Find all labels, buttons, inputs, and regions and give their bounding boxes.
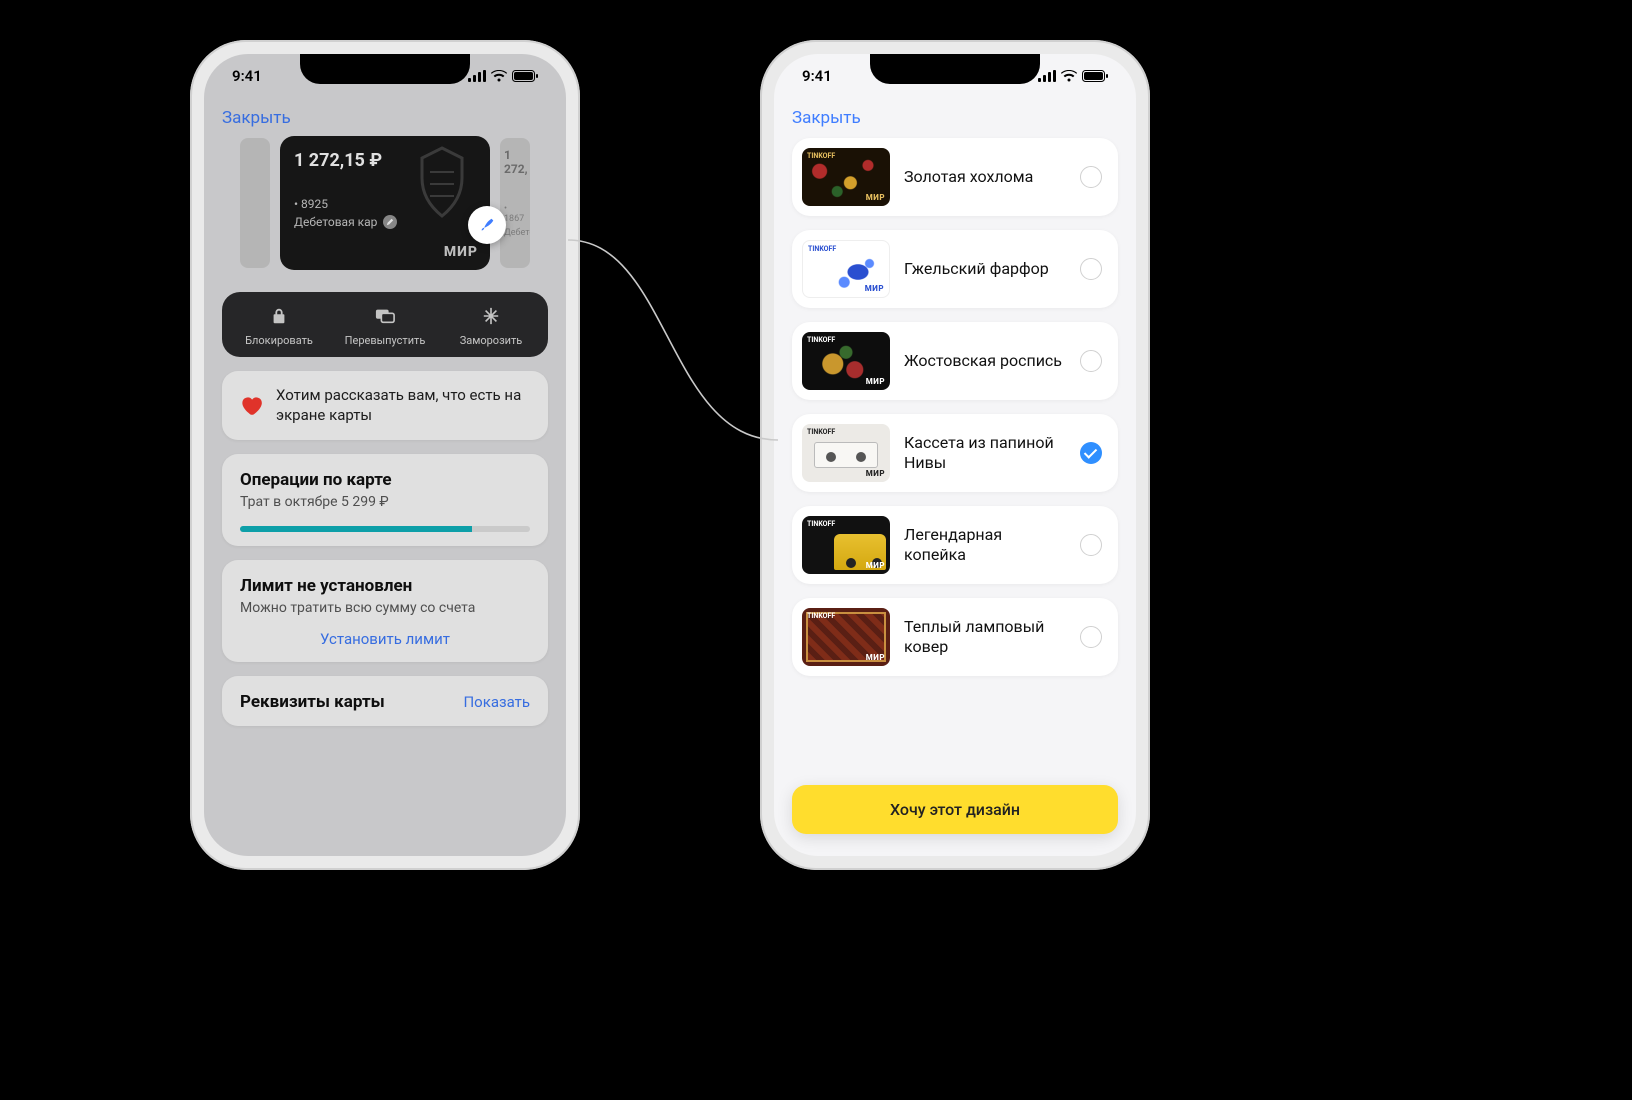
design-thumbnail: TINKOFF МИР (802, 516, 890, 574)
mir-logo: МИР (866, 469, 885, 478)
card-swap-icon (373, 304, 397, 328)
peek-balance: 1 272, (504, 148, 528, 176)
card-brand: TINKOFF (808, 245, 884, 253)
close-link[interactable]: Закрыть (774, 98, 879, 134)
requisites-tile: Реквизиты карты Показать (222, 676, 548, 726)
flow-connector-icon (558, 210, 788, 470)
design-option[interactable]: TINKOFF МИР Жостовская роспись (792, 322, 1118, 400)
radio-checked-icon[interactable] (1080, 442, 1102, 464)
design-thumbnail: TINKOFF МИР (802, 148, 890, 206)
spend-progress-fill (240, 526, 472, 532)
show-requisites-link[interactable]: Показать (463, 693, 530, 711)
design-label: Легендарная копейка (904, 525, 1066, 565)
reissue-label: Перевыпустить (345, 334, 426, 347)
limit-tile: Лимит не установлен Можно тратить всю су… (222, 560, 548, 662)
cellular-icon (468, 70, 486, 82)
design-label: Гжельский фарфор (904, 259, 1066, 279)
card-type: Дебетовая кар (294, 215, 377, 229)
operations-title: Операции по карте (240, 470, 530, 490)
wifi-icon (491, 70, 507, 82)
design-list[interactable]: TINKOFF МИР Золотая хохлома TINKOFF МИР Гжель… (774, 138, 1136, 676)
operations-tile[interactable]: Операции по карте Трат в октябре 5 299 ₽ (222, 454, 548, 546)
card-actions-bar: Блокировать Перевыпустить Заморозить (222, 292, 548, 357)
phone-mock-card-screen: 9:41 Закрыть 1 272,15 ₽ • 8925 Дебетовая… (190, 40, 580, 870)
mir-logo: МИР (866, 193, 885, 202)
mir-logo: МИР (866, 561, 885, 570)
phone-notch (870, 54, 1040, 84)
freeze-button[interactable]: Заморозить (438, 304, 544, 347)
pencil-icon[interactable] (383, 215, 397, 229)
radio-icon[interactable] (1080, 258, 1102, 280)
design-thumbnail: TINKOFF МИР (802, 608, 890, 666)
tip-card[interactable]: Хотим рассказать вам, что есть на экране… (222, 371, 548, 440)
brush-icon (478, 216, 496, 234)
design-option[interactable]: TINKOFF МИР Кассета из папиной Нивы (792, 414, 1118, 492)
mir-logo: МИР (866, 653, 885, 662)
card-brand: TINKOFF (807, 336, 885, 344)
mir-logo: МИР (444, 244, 478, 260)
radio-icon[interactable] (1080, 626, 1102, 648)
cellular-icon (1038, 70, 1056, 82)
close-link[interactable]: Закрыть (204, 98, 309, 134)
design-label: Кассета из папиной Нивы (904, 433, 1066, 473)
limit-subtitle: Можно тратить всю сумму со счета (240, 600, 530, 616)
design-thumbnail: TINKOFF МИР (802, 332, 890, 390)
mir-logo: МИР (865, 284, 884, 293)
choose-design-button[interactable]: Хочу этот дизайн (792, 785, 1118, 834)
main-card[interactable]: 1 272,15 ₽ • 8925 Дебетовая кар МИР (280, 136, 490, 270)
peek-last4: • 1867 (504, 204, 526, 224)
phone-notch (300, 54, 470, 84)
snowflake-icon (479, 304, 503, 328)
set-limit-link[interactable]: Установить лимит (240, 630, 530, 648)
design-option[interactable]: TINKOFF МИР Легендарная копейка (792, 506, 1118, 584)
spend-progress (240, 526, 530, 532)
design-option[interactable]: TINKOFF МИР Золотая хохлома (792, 138, 1118, 216)
battery-icon (1082, 70, 1108, 82)
card-brand: TINKOFF (807, 612, 885, 620)
design-option[interactable]: TINKOFF МИР Теплый ламповый ковер (792, 598, 1118, 676)
block-button[interactable]: Блокировать (226, 304, 332, 347)
card-brand: TINKOFF (807, 520, 885, 528)
wifi-icon (1061, 70, 1077, 82)
heart-icon (238, 392, 264, 418)
card-brand: TINKOFF (807, 428, 885, 436)
radio-icon[interactable] (1080, 350, 1102, 372)
phone-mock-design-picker: 9:41 Закрыть TINKOFFМИРЗолотая хохломаTI… (760, 40, 1150, 870)
card-brand: TINKOFF (807, 152, 885, 160)
limit-title: Лимит не установлен (240, 576, 530, 596)
design-thumbnail: TINKOFF МИР (802, 424, 890, 482)
next-card-peek[interactable]: 1 272, • 1867 Дебето (500, 138, 530, 268)
operations-subtitle: Трат в октябре 5 299 ₽ (240, 494, 530, 510)
tip-text: Хотим рассказать вам, что есть на экране… (276, 385, 532, 426)
design-label: Теплый ламповый ковер (904, 617, 1066, 657)
block-label: Блокировать (245, 334, 313, 347)
edit-design-fab[interactable] (468, 206, 506, 244)
radio-icon[interactable] (1080, 534, 1102, 556)
battery-icon (512, 70, 538, 82)
prev-card-peek[interactable] (240, 138, 270, 268)
card-carousel[interactable]: 1 272,15 ₽ • 8925 Дебетовая кар МИР 1 27… (204, 134, 566, 284)
freeze-label: Заморозить (460, 334, 523, 347)
requisites-title: Реквизиты карты (240, 692, 385, 712)
radio-icon[interactable] (1080, 166, 1102, 188)
mir-logo: МИР (866, 377, 885, 386)
lock-icon (267, 304, 291, 328)
card-crest-icon (402, 144, 482, 224)
reissue-button[interactable]: Перевыпустить (332, 304, 438, 347)
design-label: Золотая хохлома (904, 167, 1066, 187)
peek-type: Дебето (504, 228, 530, 238)
design-option[interactable]: TINKOFF МИР Гжельский фарфор (792, 230, 1118, 308)
design-thumbnail: TINKOFF МИР (802, 240, 890, 298)
design-label: Жостовская роспись (904, 351, 1066, 371)
